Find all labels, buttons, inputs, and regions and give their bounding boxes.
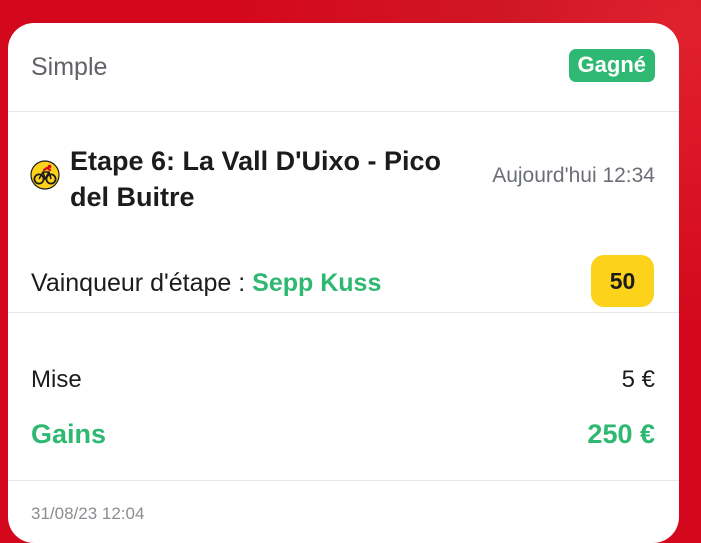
bet-card[interactable]: Simple Gagné Etape 6: La Vall D'Uixo - P…	[8, 23, 679, 543]
market-line: Vainqueur d'étape : Sepp Kuss	[31, 269, 381, 298]
odds-badge: 50	[591, 255, 654, 307]
status-badge: Gagné	[568, 49, 655, 82]
stake-value: 5 €	[621, 366, 655, 393]
bet-type-label: Simple	[31, 53, 108, 81]
selection-name: Sepp Kuss	[252, 269, 382, 297]
placed-date: 31/08/23 12:04	[31, 504, 145, 523]
event-title: Etape 6: La Vall D'Uixo - Pico del Buitr…	[70, 146, 442, 212]
market-label: Vainqueur d'étape :	[31, 269, 253, 297]
event-time: Aujourd'hui 12:34	[492, 164, 655, 187]
gains-label: Gains	[31, 419, 107, 449]
cycling-icon	[30, 160, 60, 195]
stake-label: Mise	[31, 366, 82, 393]
bet-card-header: Simple Gagné	[8, 23, 679, 112]
divider	[8, 480, 679, 481]
gains-value: 250 €	[587, 419, 655, 449]
